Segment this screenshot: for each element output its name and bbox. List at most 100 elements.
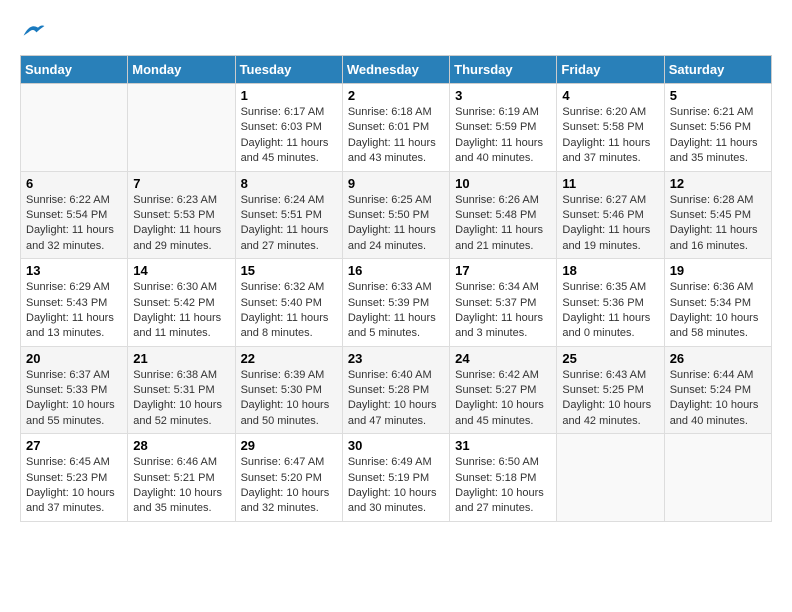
weekday-header-tuesday: Tuesday (235, 56, 342, 84)
day-info: Sunrise: 6:29 AMSunset: 5:43 PMDaylight:… (26, 280, 122, 342)
day-info: Sunrise: 6:46 AMSunset: 5:21 PMDaylight:… (133, 455, 229, 517)
day-number: 12 (670, 176, 766, 191)
day-number: 8 (241, 176, 337, 191)
day-info: Sunrise: 6:47 AMSunset: 5:20 PMDaylight:… (241, 455, 337, 517)
calendar-week-row: 27 Sunrise: 6:45 AMSunset: 5:23 PMDayligh… (21, 434, 772, 522)
day-info: Sunrise: 6:39 AMSunset: 5:30 PMDaylight:… (241, 368, 337, 430)
day-number: 15 (241, 263, 337, 278)
day-info: Sunrise: 6:33 AMSunset: 5:39 PMDaylight:… (348, 280, 444, 342)
day-number: 27 (26, 438, 122, 453)
day-info: Sunrise: 6:17 AMSunset: 6:03 PMDaylight:… (241, 105, 337, 167)
day-number: 14 (133, 263, 229, 278)
calendar-cell: 4 Sunrise: 6:20 AMSunset: 5:58 PMDaylight… (557, 84, 664, 172)
day-info: Sunrise: 6:18 AMSunset: 6:01 PMDaylight:… (348, 105, 444, 167)
day-number: 29 (241, 438, 337, 453)
day-number: 17 (455, 263, 551, 278)
day-number: 19 (670, 263, 766, 278)
day-info: Sunrise: 6:42 AMSunset: 5:27 PMDaylight:… (455, 368, 551, 430)
day-info: Sunrise: 6:43 AMSunset: 5:25 PMDaylight:… (562, 368, 658, 430)
calendar-cell: 19Sunrise: 6:36 AMSunset: 5:34 PMDayligh… (664, 259, 771, 347)
day-number: 6 (26, 176, 122, 191)
day-info: Sunrise: 6:35 AMSunset: 5:36 PMDaylight:… (562, 280, 658, 342)
calendar-cell: 26 Sunrise: 6:44 AMSunset: 5:24 PMDayligh… (664, 346, 771, 434)
page-header (20, 20, 772, 45)
day-info: Sunrise: 6:34 AMSunset: 5:37 PMDaylight:… (455, 280, 551, 342)
day-info: Sunrise: 6:19 AMSunset: 5:59 PMDaylight:… (455, 105, 551, 167)
day-number: 22 (241, 351, 337, 366)
day-info: Sunrise: 6:21 AMSunset: 5:56 PMDaylight:… (670, 105, 766, 167)
day-info: Sunrise: 6:40 AMSunset: 5:28 PMDaylight:… (348, 368, 444, 430)
day-number: 5 (670, 88, 766, 103)
calendar-cell (128, 84, 235, 172)
calendar-cell: 18 Sunrise: 6:35 AMSunset: 5:36 PMDayligh… (557, 259, 664, 347)
calendar-cell: 12 Sunrise: 6:28 AMSunset: 5:45 PMDayligh… (664, 171, 771, 259)
weekday-header-sunday: Sunday (21, 56, 128, 84)
day-number: 18 (562, 263, 658, 278)
day-info: Sunrise: 6:44 AMSunset: 5:24 PMDaylight:… (670, 368, 766, 430)
day-number: 21 (133, 351, 229, 366)
calendar-cell: 14Sunrise: 6:30 AMSunset: 5:42 PMDayligh… (128, 259, 235, 347)
calendar-cell: 29 Sunrise: 6:47 AMSunset: 5:20 PMDayligh… (235, 434, 342, 522)
calendar-cell: 3Sunrise: 6:19 AMSunset: 5:59 PMDaylight… (450, 84, 557, 172)
day-number: 9 (348, 176, 444, 191)
calendar-cell: 21Sunrise: 6:38 AMSunset: 5:31 PMDayligh… (128, 346, 235, 434)
day-info: Sunrise: 6:50 AMSunset: 5:18 PMDaylight:… (455, 455, 551, 517)
calendar-cell: 2 Sunrise: 6:18 AMSunset: 6:01 PMDaylight… (342, 84, 449, 172)
calendar-cell: 10Sunrise: 6:26 AMSunset: 5:48 PMDayligh… (450, 171, 557, 259)
calendar-week-row: 6 Sunrise: 6:22 AMSunset: 5:54 PMDaylight… (21, 171, 772, 259)
day-info: Sunrise: 6:27 AMSunset: 5:46 PMDaylight:… (562, 193, 658, 255)
calendar-cell: 5 Sunrise: 6:21 AMSunset: 5:56 PMDaylight… (664, 84, 771, 172)
calendar-cell (557, 434, 664, 522)
day-info: Sunrise: 6:22 AMSunset: 5:54 PMDaylight:… (26, 193, 122, 255)
day-number: 1 (241, 88, 337, 103)
calendar-cell: 1 Sunrise: 6:17 AMSunset: 6:03 PMDaylight… (235, 84, 342, 172)
calendar-cell (664, 434, 771, 522)
calendar-table: SundayMondayTuesdayWednesdayThursdayFrid… (20, 55, 772, 522)
calendar-cell: 23 Sunrise: 6:40 AMSunset: 5:28 PMDayligh… (342, 346, 449, 434)
day-number: 26 (670, 351, 766, 366)
weekday-header-saturday: Saturday (664, 56, 771, 84)
logo-bird-icon (22, 20, 46, 40)
day-info: Sunrise: 6:45 AMSunset: 5:23 PMDaylight:… (26, 455, 122, 517)
calendar-cell: 25 Sunrise: 6:43 AMSunset: 5:25 PMDayligh… (557, 346, 664, 434)
calendar-cell: 11 Sunrise: 6:27 AMSunset: 5:46 PMDayligh… (557, 171, 664, 259)
day-number: 31 (455, 438, 551, 453)
calendar-cell: 6 Sunrise: 6:22 AMSunset: 5:54 PMDaylight… (21, 171, 128, 259)
day-number: 20 (26, 351, 122, 366)
day-number: 24 (455, 351, 551, 366)
calendar-cell: 16Sunrise: 6:33 AMSunset: 5:39 PMDayligh… (342, 259, 449, 347)
day-info: Sunrise: 6:23 AMSunset: 5:53 PMDaylight:… (133, 193, 229, 255)
day-number: 28 (133, 438, 229, 453)
calendar-cell: 15 Sunrise: 6:32 AMSunset: 5:40 PMDayligh… (235, 259, 342, 347)
calendar-cell: 8Sunrise: 6:24 AMSunset: 5:51 PMDaylight… (235, 171, 342, 259)
day-number: 10 (455, 176, 551, 191)
day-number: 30 (348, 438, 444, 453)
day-number: 7 (133, 176, 229, 191)
logo (20, 20, 46, 45)
calendar-cell: 22 Sunrise: 6:39 AMSunset: 5:30 PMDayligh… (235, 346, 342, 434)
day-number: 13 (26, 263, 122, 278)
day-number: 25 (562, 351, 658, 366)
day-info: Sunrise: 6:37 AMSunset: 5:33 PMDaylight:… (26, 368, 122, 430)
calendar-cell: 9 Sunrise: 6:25 AMSunset: 5:50 PMDaylight… (342, 171, 449, 259)
day-number: 23 (348, 351, 444, 366)
day-number: 4 (562, 88, 658, 103)
calendar-cell: 13 Sunrise: 6:29 AMSunset: 5:43 PMDayligh… (21, 259, 128, 347)
weekday-header-wednesday: Wednesday (342, 56, 449, 84)
calendar-cell: 27 Sunrise: 6:45 AMSunset: 5:23 PMDayligh… (21, 434, 128, 522)
calendar-week-row: 20 Sunrise: 6:37 AMSunset: 5:33 PMDayligh… (21, 346, 772, 434)
calendar-cell: 28 Sunrise: 6:46 AMSunset: 5:21 PMDayligh… (128, 434, 235, 522)
calendar-cell: 7 Sunrise: 6:23 AMSunset: 5:53 PMDaylight… (128, 171, 235, 259)
day-number: 11 (562, 176, 658, 191)
weekday-header-thursday: Thursday (450, 56, 557, 84)
day-info: Sunrise: 6:49 AMSunset: 5:19 PMDaylight:… (348, 455, 444, 517)
day-info: Sunrise: 6:32 AMSunset: 5:40 PMDaylight:… (241, 280, 337, 342)
calendar-cell: 20 Sunrise: 6:37 AMSunset: 5:33 PMDayligh… (21, 346, 128, 434)
day-number: 2 (348, 88, 444, 103)
day-info: Sunrise: 6:20 AMSunset: 5:58 PMDaylight:… (562, 105, 658, 167)
calendar-week-row: 13 Sunrise: 6:29 AMSunset: 5:43 PMDayligh… (21, 259, 772, 347)
day-info: Sunrise: 6:28 AMSunset: 5:45 PMDaylight:… (670, 193, 766, 255)
day-info: Sunrise: 6:25 AMSunset: 5:50 PMDaylight:… (348, 193, 444, 255)
calendar-cell: 17 Sunrise: 6:34 AMSunset: 5:37 PMDayligh… (450, 259, 557, 347)
logo-text (20, 20, 46, 45)
